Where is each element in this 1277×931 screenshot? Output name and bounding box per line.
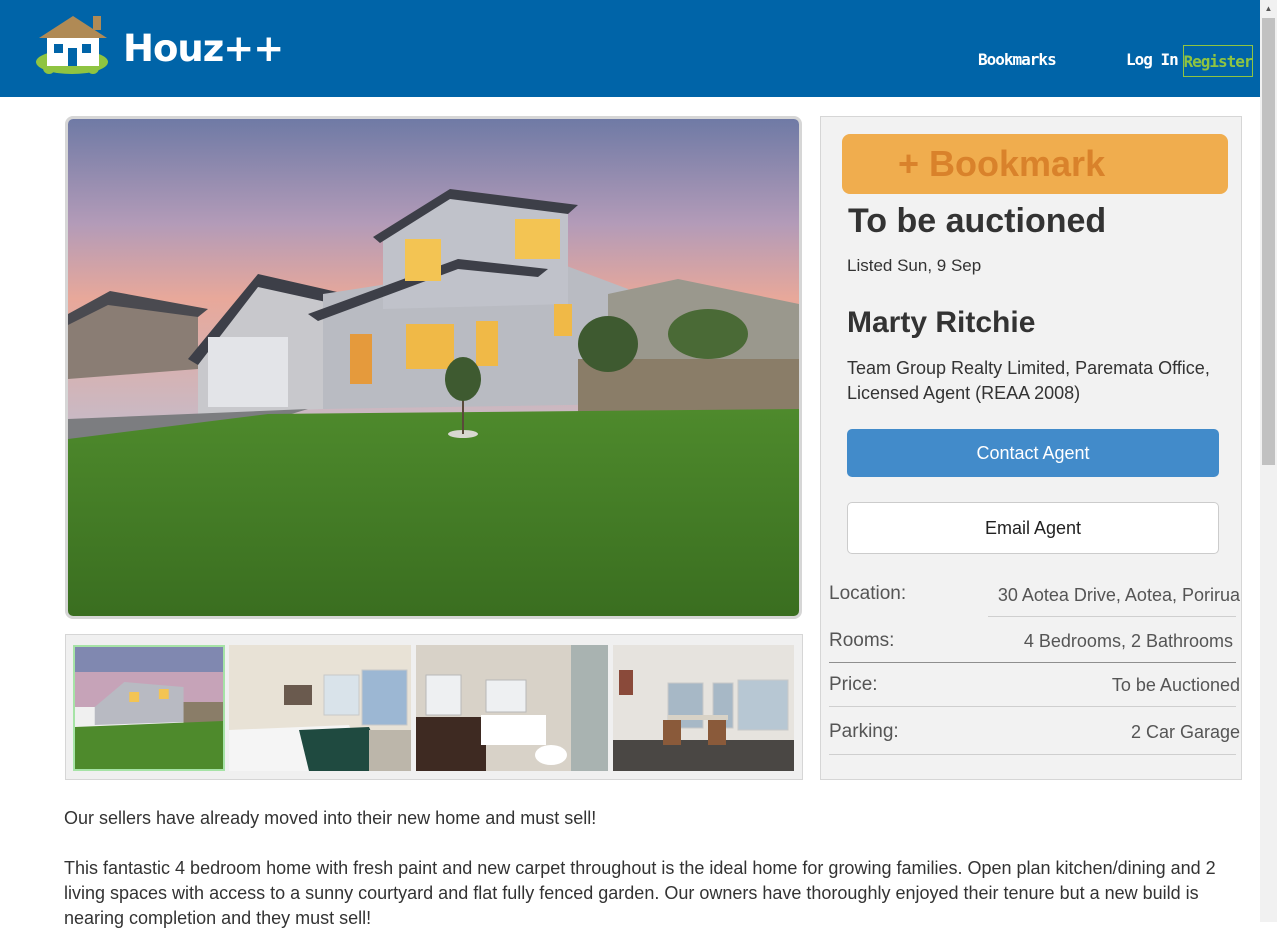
- detail-label-parking: Parking:: [829, 721, 899, 742]
- house-exterior-thumb-image: [75, 647, 223, 769]
- detail-value-location: 30 Aotea Drive, Aotea, Porirua: [997, 585, 1240, 605]
- thumbnail-exterior[interactable]: [73, 645, 225, 771]
- scroll-up-icon[interactable]: ▲: [1260, 0, 1277, 17]
- detail-value-rooms: 4 Bedrooms, 2 Bathrooms: [1023, 631, 1233, 651]
- detail-value-parking: 2 Car Garage: [1130, 722, 1240, 742]
- listed-date: Listed Sun, 9 Sep: [847, 256, 982, 275]
- detail-label-location: Location:: [829, 583, 907, 604]
- thumbnail-bathroom[interactable]: [416, 645, 608, 771]
- add-bookmark-button[interactable]: + Bookmark: [842, 134, 1228, 194]
- detail-divider: [988, 616, 1236, 617]
- detail-divider: [829, 706, 1236, 707]
- house-logo-icon: [36, 16, 108, 74]
- listing-status-heading: To be auctioned: [848, 202, 1107, 240]
- detail-value-price: To be Auctioned: [1111, 675, 1240, 695]
- scrollbar-thumb[interactable]: [1262, 18, 1275, 465]
- detail-divider: [829, 662, 1236, 663]
- detail-label-rooms: Rooms:: [829, 630, 895, 651]
- bedroom-thumb-image: [229, 645, 411, 771]
- agent-agency: Team Group Realty Limited, Paremata Offi…: [847, 358, 1210, 403]
- dining-room-thumb-image: [613, 645, 794, 771]
- brand-name[interactable]: Houz++: [123, 27, 284, 71]
- nav-bookmarks-link[interactable]: Bookmarks: [978, 50, 1057, 69]
- thumbnail-bedroom[interactable]: [229, 645, 411, 771]
- description-paragraph: This fantastic 4 bedroom home with fresh…: [64, 858, 1216, 928]
- thumbnail-dining[interactable]: [613, 645, 794, 771]
- bathroom-thumb-image: [416, 645, 608, 771]
- site-header: Houz++ Bookmarks Log In Register: [0, 0, 1260, 97]
- email-agent-button[interactable]: Email Agent: [847, 502, 1219, 554]
- page-scrollbar[interactable]: ▲: [1260, 0, 1277, 922]
- detail-label-price: Price:: [829, 674, 878, 695]
- contact-agent-button[interactable]: Contact Agent: [847, 429, 1219, 477]
- nav-login-link[interactable]: Log In: [1126, 50, 1179, 69]
- agent-name: Marty Ritchie: [847, 306, 1036, 339]
- house-exterior-image: [68, 119, 799, 616]
- main-listing-photo[interactable]: [65, 116, 802, 619]
- description-paragraph: Our sellers have already moved into thei…: [64, 808, 597, 828]
- photo-thumbnail-strip: [65, 634, 803, 780]
- detail-divider: [829, 754, 1236, 755]
- register-button[interactable]: Register: [1183, 45, 1254, 77]
